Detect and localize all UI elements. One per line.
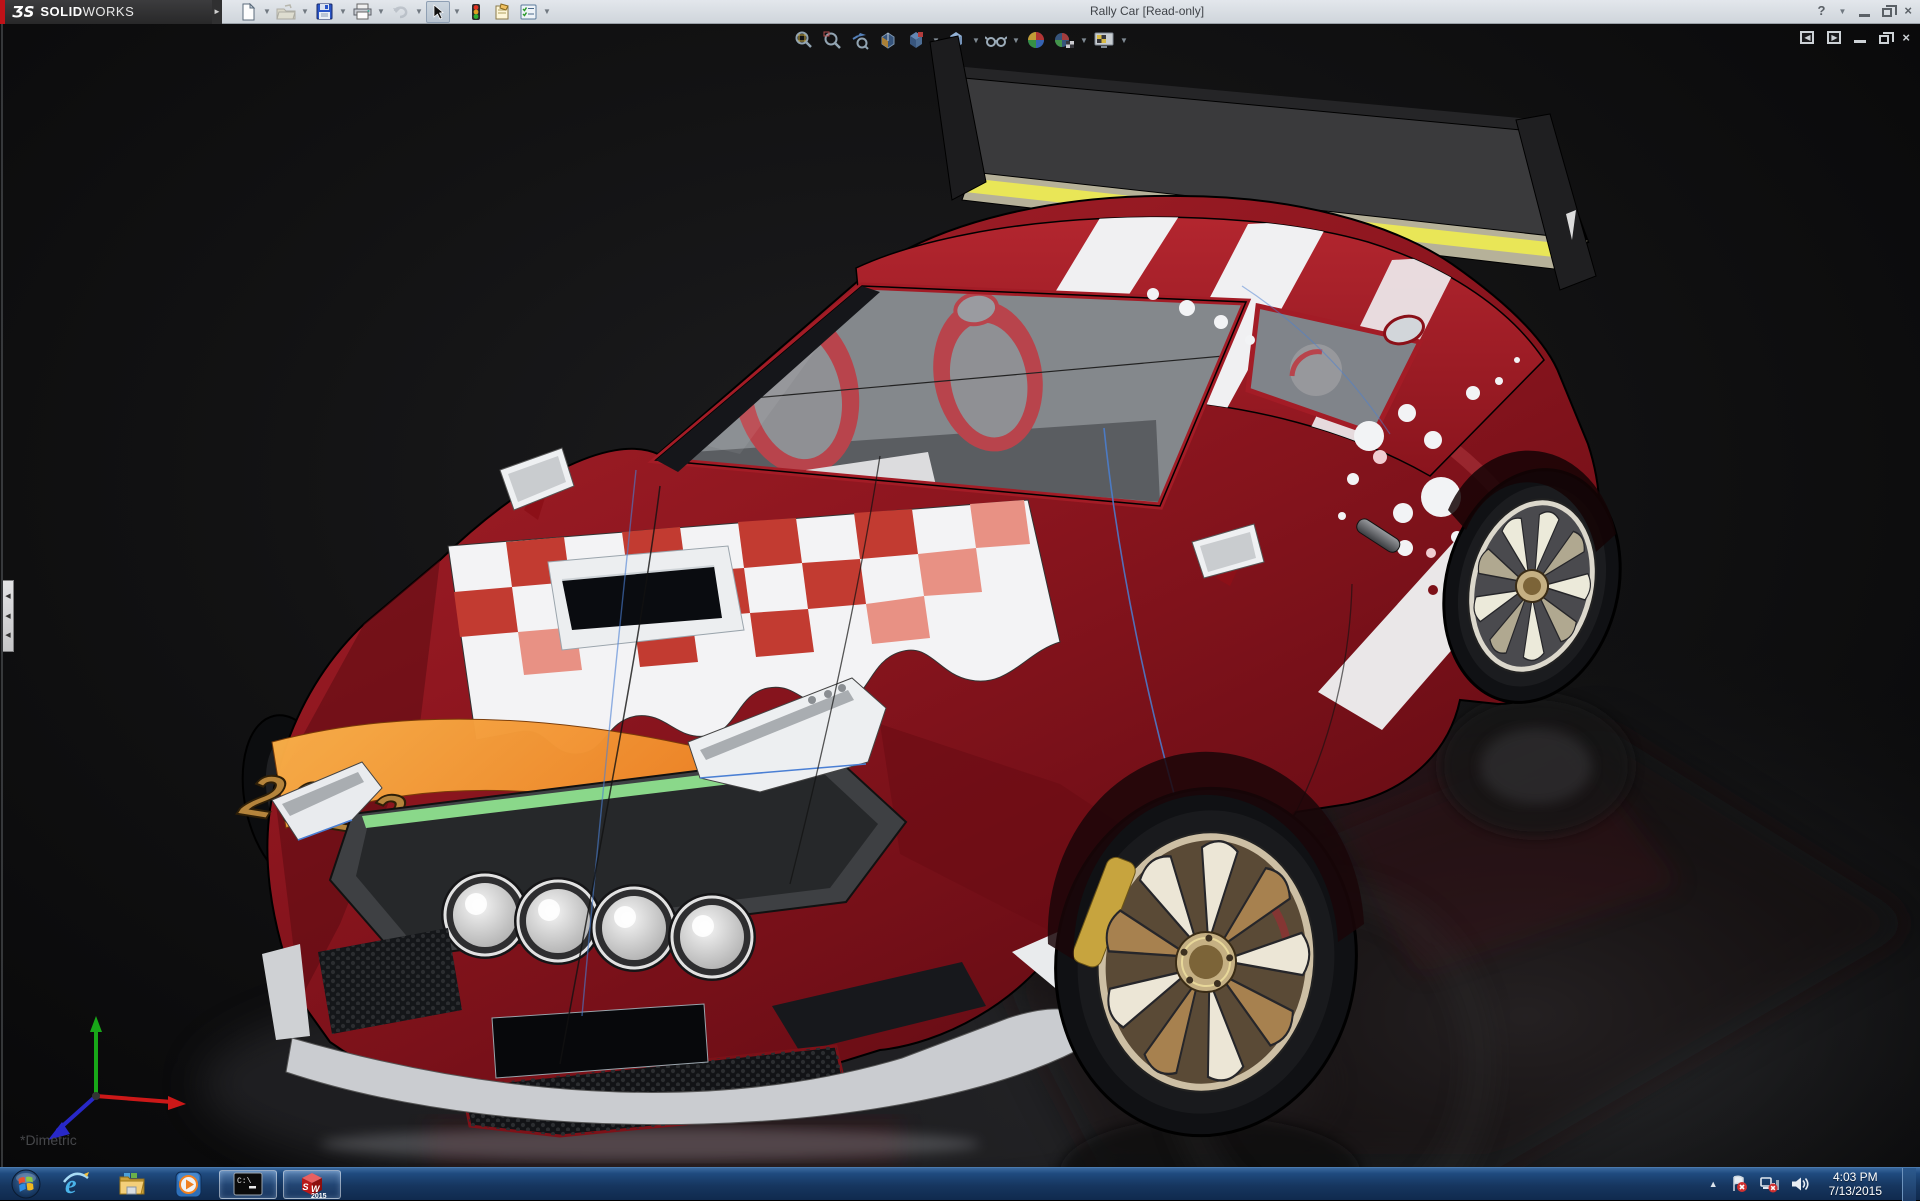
start-button[interactable] xyxy=(4,1168,48,1201)
solidworks-logo: ƷS SOLID WORKS xyxy=(0,0,212,24)
sw-label-s: S xyxy=(303,1182,309,1192)
new-dropdown-caret[interactable]: ▼ xyxy=(262,7,272,16)
document-title: Rally Car [Read-only] xyxy=(1090,4,1205,18)
close-button[interactable]: × xyxy=(1904,2,1912,20)
title-bar: ƷS SOLID WORKS ► ▼ ▼ ▼ ▼ ▼ ▼ ▼ Rally Car… xyxy=(0,0,1920,24)
taskbar-solidworks-2015[interactable]: S W 2015 xyxy=(283,1169,341,1199)
folder-icon xyxy=(119,1173,145,1195)
rally-car-model[interactable]: 2012 xyxy=(0,24,1920,1167)
standard-toolbar: ▼ ▼ ▼ ▼ ▼ ▼ ▼ xyxy=(236,0,552,23)
clock-date: 7/13/2015 xyxy=(1828,1184,1882,1198)
help-button[interactable]: ? xyxy=(1817,2,1825,20)
select-button[interactable] xyxy=(426,0,450,23)
restore-button[interactable] xyxy=(1882,5,1898,17)
rebuild-button[interactable] xyxy=(464,1,488,23)
taskbar-clock[interactable]: 4:03 PM 7/13/2015 xyxy=(1821,1170,1890,1198)
print-dropdown-caret[interactable]: ▼ xyxy=(376,7,386,16)
solidworks-2015-icon: S W 2015 xyxy=(302,1173,327,1198)
open-icon xyxy=(276,3,296,19)
file-properties-icon xyxy=(495,3,509,20)
options-button[interactable] xyxy=(516,1,540,23)
view-orientation-label: *Dimetric xyxy=(20,1132,77,1148)
brand-light: WORKS xyxy=(82,4,135,19)
print-button[interactable] xyxy=(350,1,374,23)
command-prompt-icon: C:\ xyxy=(233,1172,263,1196)
windows-taskbar: e C:\ S W 2015 ▲ 4:03 PM 7/13/2015 xyxy=(0,1167,1920,1201)
windows-start-icon xyxy=(11,1169,41,1199)
taskbar-command-prompt[interactable]: C:\ xyxy=(219,1169,277,1199)
undo-dropdown-caret[interactable]: ▼ xyxy=(414,7,424,16)
action-center-icon[interactable] xyxy=(1730,1175,1748,1193)
menu-expand-arrow[interactable]: ► xyxy=(212,0,222,24)
rebuild-traffic-light-icon xyxy=(472,3,480,20)
volume-icon[interactable] xyxy=(1791,1176,1809,1192)
options-dropdown-caret[interactable]: ▼ xyxy=(542,7,552,16)
file-properties-button[interactable] xyxy=(490,1,514,23)
save-icon xyxy=(316,3,332,20)
undo-button[interactable] xyxy=(388,1,412,23)
internet-explorer-icon: e xyxy=(63,1170,89,1198)
app-window-controls: ? ▼ × xyxy=(1817,2,1912,20)
sw-year: 2015 xyxy=(311,1193,327,1198)
clock-time: 4:03 PM xyxy=(1832,1170,1878,1184)
minimize-button[interactable] xyxy=(1859,14,1871,17)
save-button[interactable] xyxy=(312,1,336,23)
show-hidden-icons-button[interactable]: ▲ xyxy=(1709,1179,1718,1189)
help-dropdown-caret[interactable]: ▼ xyxy=(1837,7,1847,16)
graphics-viewport[interactable]: ◀ ◀ ◀ ▼ ▼ ▼ ▼ ▼ ◀ ▶ × *Dimetric xyxy=(0,24,1920,1167)
cmd-label: C:\ xyxy=(237,1177,252,1186)
brand-bold: SOLID xyxy=(40,4,83,19)
taskbar-internet-explorer[interactable]: e xyxy=(48,1168,104,1201)
save-dropdown-caret[interactable]: ▼ xyxy=(338,7,348,16)
select-arrow-icon xyxy=(433,3,444,19)
open-button[interactable] xyxy=(274,1,298,23)
show-desktop-button[interactable] xyxy=(1902,1167,1916,1201)
media-player-icon xyxy=(175,1171,201,1197)
options-icon xyxy=(520,4,536,19)
brand-mark: ƷS xyxy=(12,2,35,21)
network-disconnected-icon[interactable] xyxy=(1759,1175,1779,1193)
open-dropdown-caret[interactable]: ▼ xyxy=(300,7,310,16)
select-dropdown-caret[interactable]: ▼ xyxy=(452,7,462,16)
print-icon xyxy=(353,3,371,20)
taskbar-windows-explorer[interactable] xyxy=(104,1168,160,1201)
undo-icon xyxy=(393,5,408,18)
new-document-button[interactable] xyxy=(236,1,260,23)
taskbar-media-player[interactable] xyxy=(160,1168,216,1201)
system-tray: ▲ 4:03 PM 7/13/2015 xyxy=(1709,1167,1920,1201)
reference-triad xyxy=(48,1016,186,1140)
new-document-icon xyxy=(242,2,255,20)
